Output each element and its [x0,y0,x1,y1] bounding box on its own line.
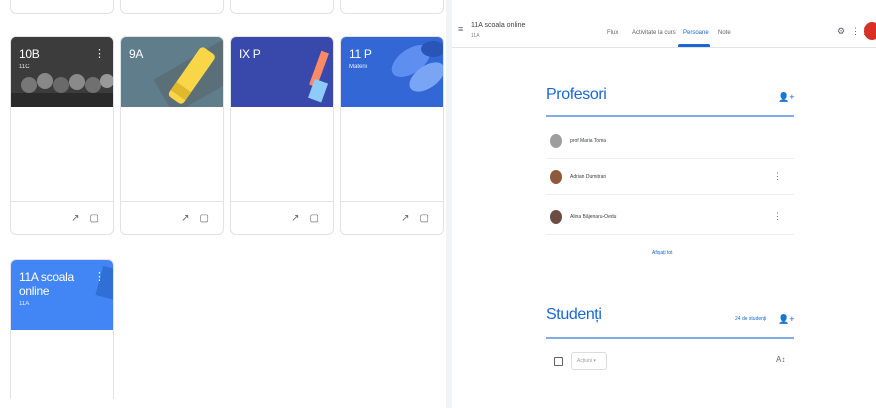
class-name[interactable]: 11A scoala online [471,22,525,29]
invite-student-icon[interactable]: 👤+ [778,314,794,325]
class-title[interactable]: 9A [129,47,215,61]
student-count: 24 de studenți [735,316,767,322]
class-card-10b[interactable]: 10B 11C ⋮ ↗ ▢ [10,36,114,235]
folder-icon[interactable]: ▢ [420,213,429,224]
class-subtitle: Materii [349,64,368,70]
class-card-header[interactable]: 9A [121,37,223,107]
class-card-footer: ↗ ▢ [11,202,113,234]
card-stub [340,0,444,14]
card-stub [10,0,114,14]
class-card-ixp[interactable]: IX P ↗ ▢ [230,36,334,235]
tab-flux[interactable]: Flux [607,30,618,36]
teacher-row[interactable]: Alina Bâjenaru-Oedu ⋮ [546,199,794,235]
teacher-row[interactable]: prof Maria Toma [546,123,794,159]
class-title[interactable]: IX P [239,47,325,61]
teacher-name: prof Maria Toma [570,137,607,144]
class-card-body [231,107,333,202]
card-stub [230,0,334,14]
tab-people[interactable]: Persoane [683,30,709,36]
avatar [550,133,562,148]
classes-grid: 10B 11C ⋮ ↗ ▢ 9A ↗ ▢ IX P ↗ ▢ 11 P Mater… [0,0,446,408]
avatar [550,209,562,224]
class-card-header[interactable]: 11A scoala online 11A ⋮ [11,260,113,330]
class-card-body [11,107,113,202]
select-all-checkbox[interactable] [554,357,563,366]
class-card-header[interactable]: 11 P Materii [341,37,443,107]
show-all-link[interactable]: Afișați tot [652,250,673,256]
top-bar: ≡ 11A scoala online 11A Flux Activitate … [452,0,876,48]
class-card-header[interactable]: IX P [231,37,333,107]
class-card-header[interactable]: 10B 11C ⋮ [11,37,113,107]
sort-icon[interactable]: A↕ [776,355,785,364]
settings-icon[interactable]: ⚙ [837,26,845,37]
trending-icon[interactable]: ↗ [181,213,189,224]
class-title[interactable]: 11A scoala online [19,270,105,298]
trending-icon[interactable]: ↗ [401,213,409,224]
class-section: 11A [471,33,480,39]
section-divider [546,337,794,339]
teachers-section: Profesori [546,86,794,104]
avatar [550,169,562,184]
class-card-footer: ↗ ▢ [231,202,333,234]
class-card-footer: ↗ ▢ [121,202,223,234]
class-people-view: ≡ 11A scoala online 11A Flux Activitate … [452,0,876,408]
class-card-body [341,107,443,202]
invite-teacher-icon[interactable]: 👤+ [778,92,794,103]
teacher-name: Alina Bâjenaru-Oedu [570,213,617,220]
card-stub [120,0,224,14]
more-options-icon[interactable]: ⋮ [94,47,105,60]
tab-grades[interactable]: Note [718,30,731,36]
class-subtitle: 11A [19,301,30,307]
teachers-heading: Profesori [546,86,607,103]
teacher-row[interactable]: Adrian Dumitran ⋮ [546,159,794,195]
active-tab-indicator [678,44,710,47]
class-card-9a[interactable]: 9A ↗ ▢ [120,36,224,235]
trending-icon[interactable]: ↗ [71,213,79,224]
class-title[interactable]: 10B [19,47,105,61]
actions-dropdown[interactable]: Acțiuni ▾ [571,352,607,370]
trending-icon[interactable]: ↗ [291,213,299,224]
class-card-footer: ↗ ▢ [341,202,443,234]
more-options-icon[interactable]: ⋮ [773,211,782,222]
menu-icon[interactable]: ≡ [458,24,463,34]
class-card-body [121,107,223,202]
folder-icon[interactable]: ▢ [90,213,99,224]
teacher-name: Adrian Dumitran [570,173,607,180]
class-card-11p[interactable]: 11 P Materii ↗ ▢ [340,36,444,235]
screen: 10B 11C ⋮ ↗ ▢ 9A ↗ ▢ IX P ↗ ▢ 11 P Mater… [0,0,876,408]
tab-classwork[interactable]: Activitate la curs [632,30,676,36]
more-options-icon[interactable]: ⋮ [94,270,105,283]
avatar[interactable] [864,22,876,40]
class-subtitle: 11C [19,64,30,70]
class-title[interactable]: 11 P [349,47,435,61]
class-card-11a[interactable]: 11A scoala online 11A ⋮ [10,259,114,399]
section-divider [546,115,794,117]
folder-icon[interactable]: ▢ [200,213,209,224]
more-options-icon[interactable]: ⋮ [773,171,782,182]
folder-icon[interactable]: ▢ [310,213,319,224]
